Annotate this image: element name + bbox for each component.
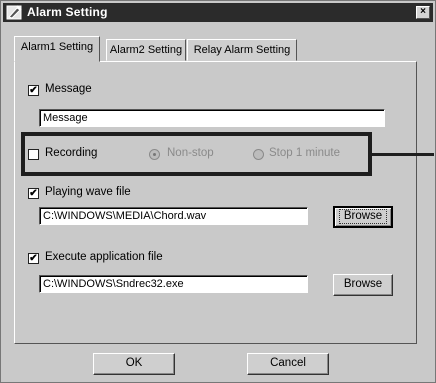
recording-callout-box xyxy=(21,132,372,176)
alarm-setting-dialog: Alarm Setting × Alarm1 Setting Alarm2 Se… xyxy=(0,0,436,383)
ok-button[interactable]: OK xyxy=(93,353,175,375)
tab-alarm1-setting[interactable]: Alarm1 Setting xyxy=(14,36,100,62)
window-title: Alarm Setting xyxy=(27,5,108,19)
close-button[interactable]: × xyxy=(416,6,430,19)
wave-file-path-input[interactable]: C:\WINDOWS\MEDIA\Chord.wav xyxy=(39,207,308,225)
tab-alarm2-setting[interactable]: Alarm2 Setting xyxy=(106,39,186,61)
tab-relay-alarm-setting[interactable]: Relay Alarm Setting xyxy=(187,39,297,61)
execute-application-file-label: Execute application file xyxy=(45,251,163,263)
message-checkbox[interactable]: ✔ xyxy=(28,85,39,96)
application-file-path-input[interactable]: C:\WINDOWS\Sndrec32.exe xyxy=(39,275,308,293)
application-browse-button[interactable]: Browse xyxy=(333,274,393,296)
callout-leader-line xyxy=(372,153,434,156)
message-input[interactable]: Message xyxy=(39,109,385,127)
cancel-button[interactable]: Cancel xyxy=(247,353,329,375)
execute-application-file-checkbox[interactable]: ✔ xyxy=(28,253,39,264)
alarm1-settings-panel xyxy=(14,61,417,344)
wave-browse-label: Browse xyxy=(338,209,388,224)
playing-wave-file-label: Playing wave file xyxy=(45,186,131,198)
message-label: Message xyxy=(45,83,92,95)
alarm-setting-icon xyxy=(6,5,22,20)
wave-browse-button[interactable]: Browse xyxy=(333,206,393,228)
playing-wave-file-checkbox[interactable]: ✔ xyxy=(28,188,39,199)
title-bar: Alarm Setting × xyxy=(3,3,433,22)
